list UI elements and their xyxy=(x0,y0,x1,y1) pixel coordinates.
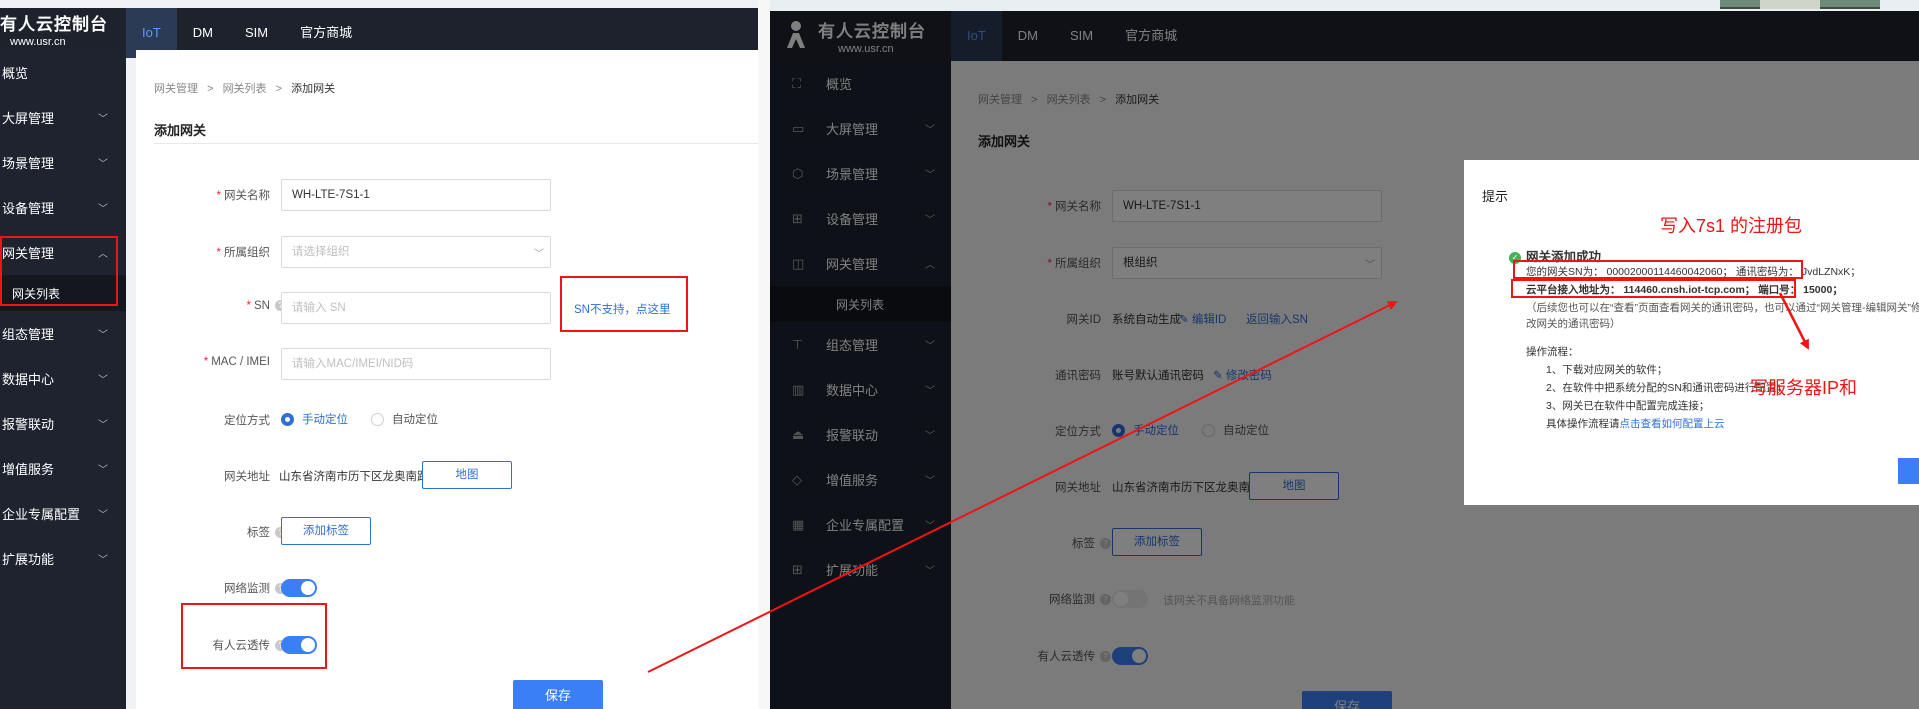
sidebar-item-label: 企业专属配置 xyxy=(2,507,81,522)
chevron-down-icon: ﹀ xyxy=(98,465,108,476)
title-divider xyxy=(154,143,758,144)
sidebar-item-label: 场景管理 xyxy=(2,156,55,171)
annotation-box-cloud xyxy=(181,603,327,669)
sidebar-item-label: 概览 xyxy=(2,66,29,81)
radio-unchecked-icon xyxy=(371,412,384,426)
sn-input[interactable] xyxy=(281,292,551,324)
flow-title: 操作流程： xyxy=(1526,346,1579,358)
address-label: 网关地址 xyxy=(224,471,270,483)
sidebar-item-alarm[interactable]: 报警联动 ﹀ xyxy=(0,401,126,446)
logo[interactable]: 有人云控制台 www.usr.cn xyxy=(0,10,108,48)
gateway-name-label: *网关名称 xyxy=(216,190,270,202)
password-note-line: （后续您也可以在“查看”页面查看网关的通讯密码，也可以通过“网关管理-编辑网关”… xyxy=(1526,302,1919,314)
annotation-box-server-address xyxy=(1511,279,1796,298)
breadcrumb: 网关管理 > 网关列表 > 添加网关 xyxy=(154,80,335,96)
annotation-box-sn xyxy=(560,276,688,332)
chevron-down-icon: ﹀ xyxy=(98,330,108,341)
annotation-box-gateway-menu xyxy=(0,236,118,306)
sidebar-item-device[interactable]: 设备管理 ﹀ xyxy=(0,185,126,230)
right-screenshot: 有人云控制台 www.usr.cn IoT DM SIM 官方商城 ⛶概览 ▭大… xyxy=(770,11,1919,709)
address-value: 山东省济南市历下区龙奥南路 xyxy=(279,471,429,483)
sidebar-item-label: 大屏管理 xyxy=(2,111,55,126)
sidebar: 概览 大屏管理 ﹀ 场景管理 ﹀ 设备管理 ﹀ 网关管理 ︿ 网关列表 组态管理 ﹀ 数据… xyxy=(0,50,126,709)
sidebar-item-label: 组态管理 xyxy=(2,327,55,342)
success-dialog: 提示 ✓ 网关添加成功 您的网关SN为： 00002000114460042060… xyxy=(1464,160,1919,505)
mac-label: * MAC / IMEI xyxy=(203,356,270,368)
save-button[interactable]: 保存 xyxy=(513,680,603,709)
chevron-down-icon: ﹀ xyxy=(534,249,544,260)
logo-title: 有人云控制台 xyxy=(0,15,108,34)
tag-label: 标签? xyxy=(166,524,286,540)
config-guide-link[interactable]: 点击查看如何配置上云 xyxy=(1620,418,1725,430)
org-select[interactable] xyxy=(281,236,551,268)
sn-label: *SN? xyxy=(166,300,286,312)
sidebar-item-label: 报警联动 xyxy=(2,417,55,432)
sidebar-item-config[interactable]: 组态管理 ﹀ xyxy=(0,311,126,356)
add-tag-button[interactable]: 添加标签 xyxy=(281,517,371,545)
chevron-down-icon: ﹀ xyxy=(98,114,108,125)
gateway-name-input[interactable] xyxy=(281,179,551,211)
radio-checked-icon xyxy=(281,412,294,426)
org-label: *所属组织 xyxy=(216,247,270,259)
chevron-down-icon: ﹀ xyxy=(98,510,108,521)
confirm-button[interactable] xyxy=(1898,458,1919,484)
radio-auto-location[interactable]: 自动定位 xyxy=(371,411,438,427)
sidebar-item-overview[interactable]: 概览 xyxy=(0,50,126,95)
sidebar-item-value-added[interactable]: 增值服务 ﹀ xyxy=(0,446,126,491)
sidebar-item-screen[interactable]: 大屏管理 ﹀ xyxy=(0,95,126,140)
breadcrumb-item[interactable]: 网关管理 xyxy=(154,83,198,95)
sidebar-item-extension[interactable]: 扩展功能 ﹀ xyxy=(0,536,126,581)
breadcrumb-current: 添加网关 xyxy=(291,83,336,95)
sidebar-item-label: 数据中心 xyxy=(2,372,55,387)
annotation-server-ip: 写服务器IP和 xyxy=(1750,378,1858,398)
radio-manual-location[interactable]: 手动定位 xyxy=(281,411,348,427)
breadcrumb-separator: > xyxy=(275,83,283,95)
mac-input[interactable] xyxy=(281,348,551,380)
sidebar-item-label: 设备管理 xyxy=(2,201,55,216)
flow-step-1: 1、下载对应网关的软件； xyxy=(1546,364,1668,376)
chevron-down-icon: ﹀ xyxy=(98,159,108,170)
left-screenshot: 有人云控制台 www.usr.cn IoT DM SIM 官方商城 概览 大屏管… xyxy=(0,0,758,709)
sidebar-item-enterprise[interactable]: 企业专属配置 ﹀ xyxy=(0,491,126,536)
network-monitor-toggle[interactable] xyxy=(281,579,317,597)
chevron-down-icon: ﹀ xyxy=(98,204,108,215)
flow-step-4: 具体操作流程请点击查看如何配置上云 xyxy=(1546,418,1725,430)
logo-subtitle: www.usr.cn xyxy=(10,36,66,48)
main-content: 网关管理 > 网关列表 > 添加网关 添加网关 *网关名称 *所属组织 ﹀ *S… xyxy=(136,50,758,709)
location-label: 定位方式 xyxy=(224,415,270,427)
chevron-down-icon: ﹀ xyxy=(98,420,108,431)
screenshot-divider xyxy=(758,0,770,709)
password-note-line2: 改网关的通讯密码） xyxy=(1526,318,1621,330)
chevron-down-icon: ﹀ xyxy=(98,555,108,566)
breadcrumb-separator: > xyxy=(207,83,214,95)
annotation-register-package: 写入7s1 的注册包 xyxy=(1660,216,1803,236)
breadcrumb-item[interactable]: 网关列表 xyxy=(223,83,267,95)
page-title: 添加网关 xyxy=(154,123,207,138)
flow-step-3: 3、网关已在软件中配置完成连接； xyxy=(1546,400,1710,412)
sidebar-item-scene[interactable]: 场景管理 ﹀ xyxy=(0,140,126,185)
corner-image xyxy=(1760,0,1820,9)
sidebar-item-data[interactable]: 数据中心 ﹀ xyxy=(0,356,126,401)
sidebar-item-label: 扩展功能 xyxy=(2,552,55,567)
sidebar-item-label: 增值服务 xyxy=(2,462,55,477)
annotation-box-sn-password xyxy=(1513,260,1803,279)
map-button[interactable]: 地图 xyxy=(422,461,512,489)
chevron-down-icon: ﹀ xyxy=(98,375,108,386)
dialog-title: 提示 xyxy=(1482,189,1509,204)
network-monitor-label: 网络监测? xyxy=(166,580,286,596)
